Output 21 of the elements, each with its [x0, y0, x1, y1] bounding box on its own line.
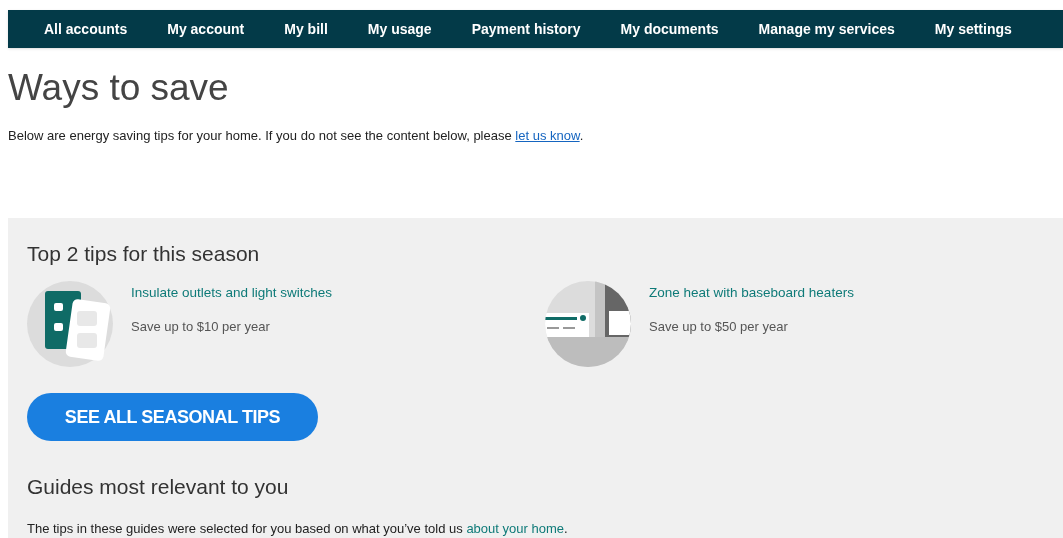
- tip-saving: Save up to $10 per year: [131, 318, 270, 337]
- tip-saving: Save up to $50 per year: [649, 318, 788, 337]
- tip-link[interactable]: Zone heat with baseboard heaters: [649, 283, 854, 304]
- nav-link[interactable]: My usage: [367, 18, 432, 40]
- section-heading: Top 2 tips for this season: [27, 240, 261, 267]
- link[interactable]: let us know: [515, 128, 580, 143]
- guides-text: The tips in these guides were selected for you based on what you’ve told us about your home.: [27, 519, 569, 538]
- intro-text: Below are energy saving tips for your home. If you do not see the content below, please let us know.: [8, 127, 585, 145]
- nav-link[interactable]: My bill: [284, 18, 328, 40]
- nav-link[interactable]: My documents: [620, 18, 719, 40]
- nav-link[interactable]: Manage my services: [758, 18, 895, 40]
- tip-link[interactable]: Insulate outlets and light switches: [131, 283, 333, 304]
- nav-link[interactable]: My account: [167, 18, 245, 40]
- see-all-tips-button[interactable]: SEE ALL SEASONAL TIPS: [27, 393, 318, 441]
- nav-link[interactable]: All accounts: [44, 18, 128, 40]
- outlet-icon: [27, 281, 113, 367]
- nav-link[interactable]: My settings: [934, 18, 1012, 40]
- page-title: Ways to save: [8, 66, 230, 110]
- section-heading: Guides most relevant to you: [27, 474, 290, 500]
- nav-link[interactable]: Payment history: [471, 18, 581, 40]
- link[interactable]: about your home: [466, 520, 564, 536]
